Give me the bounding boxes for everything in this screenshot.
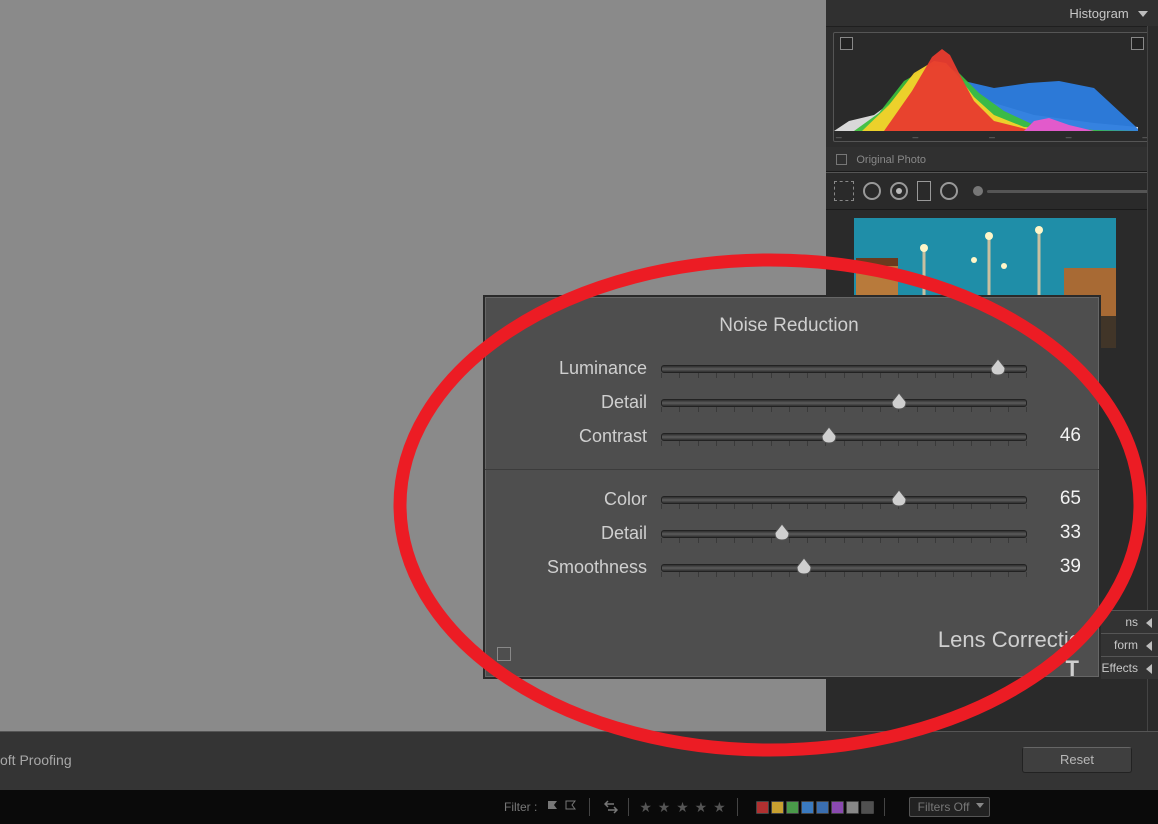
flag-reject-icon[interactable] — [565, 800, 579, 814]
color-slider[interactable] — [661, 488, 1027, 510]
brush-size-slider[interactable] — [973, 186, 1150, 196]
color-label-swatches[interactable] — [756, 801, 874, 814]
slider-value[interactable]: 39 — [1041, 556, 1081, 578]
slider-value[interactable]: 33 — [1041, 522, 1081, 544]
color-swatch[interactable] — [801, 801, 814, 814]
slider-label: Smoothness — [497, 557, 647, 578]
slider-row-detail: Detail — [497, 385, 1081, 419]
detail-slider[interactable] — [661, 391, 1027, 413]
slider-thumb-icon[interactable] — [890, 392, 908, 410]
rating-stars[interactable]: ★ ★ ★ ★ ★ — [639, 799, 726, 816]
filters-dropdown[interactable]: Filters Off — [909, 797, 991, 817]
original-photo-toggle[interactable]: Original Photo — [826, 147, 1158, 172]
histogram-panel-header[interactable]: Histogram — [826, 0, 1158, 27]
flag-pick-icon[interactable] — [547, 800, 561, 814]
color-swatch[interactable] — [786, 801, 799, 814]
color-swatch[interactable] — [831, 801, 844, 814]
color-swatch[interactable] — [816, 801, 829, 814]
color-swatch[interactable] — [846, 801, 859, 814]
filmstrip-bar: Filter : ★ ★ ★ ★ ★ Filters Off — [0, 790, 1158, 824]
slider-row-luminance: Luminance — [497, 351, 1081, 385]
slider-thumb-icon[interactable] — [795, 557, 813, 575]
slider-label: Luminance — [497, 358, 647, 379]
slider-row-color: Color 65 — [497, 482, 1081, 516]
slider-value[interactable]: 46 — [1041, 425, 1081, 447]
spot-removal-icon[interactable] — [863, 182, 881, 200]
noise-reduction-title: Noise Reduction — [497, 315, 1081, 337]
slider-value[interactable]: 65 — [1041, 488, 1081, 510]
graduated-filter-icon[interactable] — [917, 181, 931, 201]
chevron-left-icon — [1146, 664, 1152, 674]
transform-initial-label: T — [1066, 656, 1079, 682]
switch-icon[interactable] — [604, 800, 618, 814]
brush-icon — [973, 186, 983, 196]
noise-reduction-panel-zoom: Noise Reduction Luminance Detail Contrast 4… — [483, 295, 1101, 679]
slider-label: Detail — [497, 392, 647, 413]
contrast-slider[interactable] — [661, 425, 1027, 447]
slider-label: Contrast — [497, 426, 647, 447]
chevron-left-icon — [1146, 641, 1152, 651]
filters-off-label: Filters Off — [918, 800, 970, 814]
reset-button[interactable]: Reset — [1022, 747, 1132, 773]
chevron-down-icon — [1138, 11, 1148, 17]
histogram[interactable]: _____ — [826, 27, 1158, 147]
slider-row-detail: Detail 33 — [497, 516, 1081, 550]
slider-row-smoothness: Smoothness 39 — [497, 550, 1081, 584]
slider-thumb-icon[interactable] — [890, 489, 908, 507]
smoothness-slider[interactable] — [661, 556, 1027, 578]
slider-thumb-icon[interactable] — [773, 523, 791, 541]
crop-tool-icon[interactable] — [834, 181, 854, 201]
slider-thumb-icon[interactable] — [820, 426, 838, 444]
redeye-tool-icon[interactable] — [890, 182, 908, 200]
soft-proofing-label[interactable]: oft Proofing — [0, 752, 72, 768]
toolbar-below-canvas: oft Proofing Reset — [0, 731, 1158, 791]
chevron-down-icon — [976, 803, 984, 808]
filter-label: Filter : — [504, 800, 537, 814]
luminance-slider[interactable] — [661, 357, 1027, 379]
color-swatch[interactable] — [861, 801, 874, 814]
slider-row-contrast: Contrast 46 — [497, 419, 1081, 453]
color-swatch[interactable] — [756, 801, 769, 814]
histogram-label: Histogram — [1069, 6, 1128, 21]
color-swatch[interactable] — [771, 801, 784, 814]
slider-label: Color — [497, 489, 647, 510]
detail-slider[interactable] — [661, 522, 1027, 544]
slider-label: Detail — [497, 523, 647, 544]
slider-thumb-icon[interactable] — [989, 358, 1007, 376]
original-photo-label: Original Photo — [856, 154, 926, 166]
chevron-left-icon — [1146, 618, 1152, 628]
tool-strip — [826, 172, 1158, 210]
checkbox-icon[interactable] — [497, 647, 511, 661]
checkbox-icon[interactable] — [836, 154, 847, 165]
histogram-chart-icon — [834, 33, 1138, 131]
radial-filter-icon[interactable] — [940, 182, 958, 200]
lens-corrections-header[interactable]: Lens Correctio — [938, 627, 1081, 653]
